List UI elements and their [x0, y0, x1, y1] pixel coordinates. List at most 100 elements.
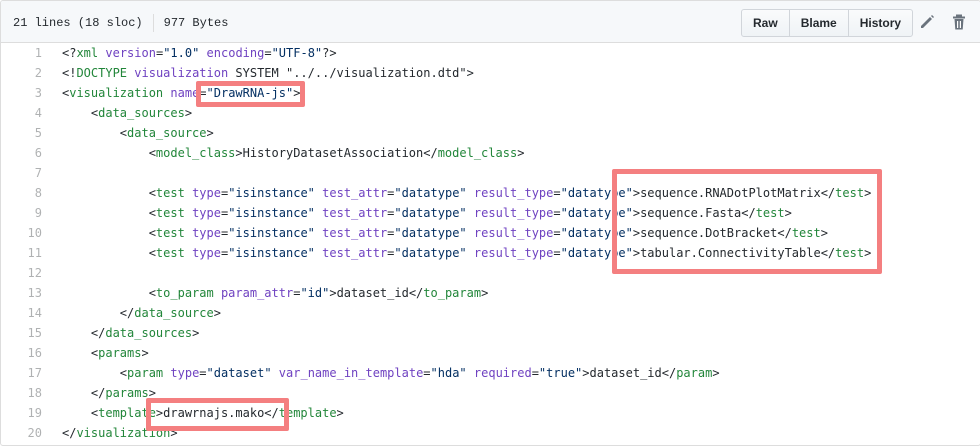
code-token: </	[62, 306, 135, 320]
file-header: 21 lines (18 sloc) 977 Bytes Raw Blame H…	[1, 1, 980, 43]
code-token: param_attr	[220, 286, 294, 300]
file-size: 977 Bytes	[163, 16, 229, 30]
line-number[interactable]: 12	[1, 263, 42, 283]
code-token: type	[192, 246, 221, 260]
code-token: param	[127, 366, 164, 380]
code-token: >	[170, 426, 178, 440]
line-content: <!DOCTYPE visualization SYSTEM "../../vi…	[62, 63, 474, 83]
line-number[interactable]: 9	[1, 203, 42, 223]
code-token: data_source	[127, 126, 207, 140]
code-token: data_sources	[105, 326, 193, 340]
code-token: ?>	[322, 46, 337, 60]
code-token: test	[155, 186, 185, 200]
code-token: "datatype"	[394, 206, 467, 220]
code-line: 19 <template>drawrnajs.mako</template>	[1, 403, 980, 423]
code-token: test	[155, 226, 185, 240]
code-token: visualization	[76, 426, 171, 440]
code-line: 17 <param type="dataset" var_name_in_tem…	[1, 363, 980, 383]
code-token: >dataset_id</	[582, 366, 677, 380]
line-content: <test type="isinstance" test_attr="datat…	[62, 223, 828, 243]
code-line: 14 </data_source>	[1, 303, 980, 323]
line-number[interactable]: 4	[1, 103, 42, 123]
code-token: <	[62, 246, 156, 260]
pencil-icon[interactable]	[918, 13, 936, 31]
line-number[interactable]: 11	[1, 243, 42, 263]
code-token: "datatype"	[560, 246, 633, 260]
code-token: >HistoryDatasetAssociation</	[235, 146, 438, 160]
line-content: <data_sources>	[62, 103, 192, 123]
line-number[interactable]: 1	[1, 43, 42, 63]
code-token: <	[62, 226, 156, 240]
code-token: <	[62, 186, 156, 200]
code-token: to_param	[155, 286, 214, 300]
code-token: visualization	[134, 66, 229, 80]
code-token: </	[62, 386, 106, 400]
code-token: "dataset"	[206, 366, 272, 380]
code-token: to_param	[423, 286, 482, 300]
line-content: </data_sources>	[62, 323, 199, 343]
line-content: <params>	[62, 343, 149, 363]
code-token: var_name_in_template	[278, 366, 424, 380]
lines-info: 21 lines (18 sloc)	[13, 16, 143, 30]
line-number[interactable]: 14	[1, 303, 42, 323]
file-actions: Raw Blame History	[741, 9, 914, 37]
line-number[interactable]: 15	[1, 323, 42, 343]
code-token: type	[170, 366, 200, 380]
code-token: </	[62, 426, 77, 440]
code-token: <	[62, 286, 156, 300]
code-token: >dataset_id</	[329, 286, 424, 300]
code-token: >	[820, 226, 828, 240]
line-number[interactable]: 19	[1, 403, 42, 423]
code-token: "hda"	[430, 366, 467, 380]
code-token: "datatype"	[394, 246, 467, 260]
blame-button[interactable]: Blame	[788, 10, 848, 36]
line-number[interactable]: 2	[1, 63, 42, 83]
code-token: >	[864, 246, 872, 260]
code-token: =	[531, 366, 539, 380]
line-number[interactable]: 18	[1, 383, 42, 403]
code-token: model_class	[155, 146, 236, 160]
code-token: >sequence.DotBracket</	[632, 226, 792, 240]
line-number[interactable]: 13	[1, 283, 42, 303]
code-line: 15 </data_sources>	[1, 323, 980, 343]
code-token: DOCTYPE	[76, 66, 128, 80]
line-number[interactable]: 8	[1, 183, 42, 203]
code-token: >	[336, 406, 344, 420]
raw-button[interactable]: Raw	[742, 10, 789, 36]
code-line: 18 </params>	[1, 383, 980, 403]
code-token: name	[170, 86, 200, 100]
line-number[interactable]: 10	[1, 223, 42, 243]
code-token: data_sources	[98, 106, 185, 120]
line-content: </params>	[62, 383, 156, 403]
code-token: "datatype"	[560, 206, 633, 220]
line-number[interactable]: 7	[1, 163, 42, 183]
code-line: 12	[1, 263, 980, 283]
line-number[interactable]: 6	[1, 143, 42, 163]
line-number[interactable]: 16	[1, 343, 42, 363]
line-number[interactable]: 17	[1, 363, 42, 383]
divider	[152, 14, 154, 32]
line-content: <to_param param_attr="id">dataset_id</to…	[62, 283, 489, 303]
history-button[interactable]: History	[847, 10, 912, 36]
code-token: params	[105, 386, 149, 400]
code-token: test	[835, 246, 865, 260]
line-content: <?xml version="1.0" encoding="UTF-8"?>	[62, 43, 337, 63]
code-token: >tabular.ConnectivityTable</	[632, 246, 836, 260]
code-token: result_type	[473, 226, 554, 240]
code-line: 9 <test type="isinstance" test_attr="dat…	[1, 203, 980, 223]
code-token: <	[62, 206, 156, 220]
line-number[interactable]: 3	[1, 83, 42, 103]
code-token: SYSTEM "../../visualization.dtd">	[228, 66, 474, 80]
code-blob: 1 <?xml version="1.0" encoding="UTF-8"?> 2…	[1, 43, 980, 443]
line-number[interactable]: 20	[1, 423, 42, 443]
line-number[interactable]: 5	[1, 123, 42, 143]
trash-icon[interactable]	[950, 13, 968, 31]
code-token: test	[791, 226, 821, 240]
code-line: 11 <test type="isinstance" test_attr="da…	[1, 243, 980, 263]
code-line: 2 <!DOCTYPE visualization SYSTEM "../../v…	[1, 63, 980, 83]
